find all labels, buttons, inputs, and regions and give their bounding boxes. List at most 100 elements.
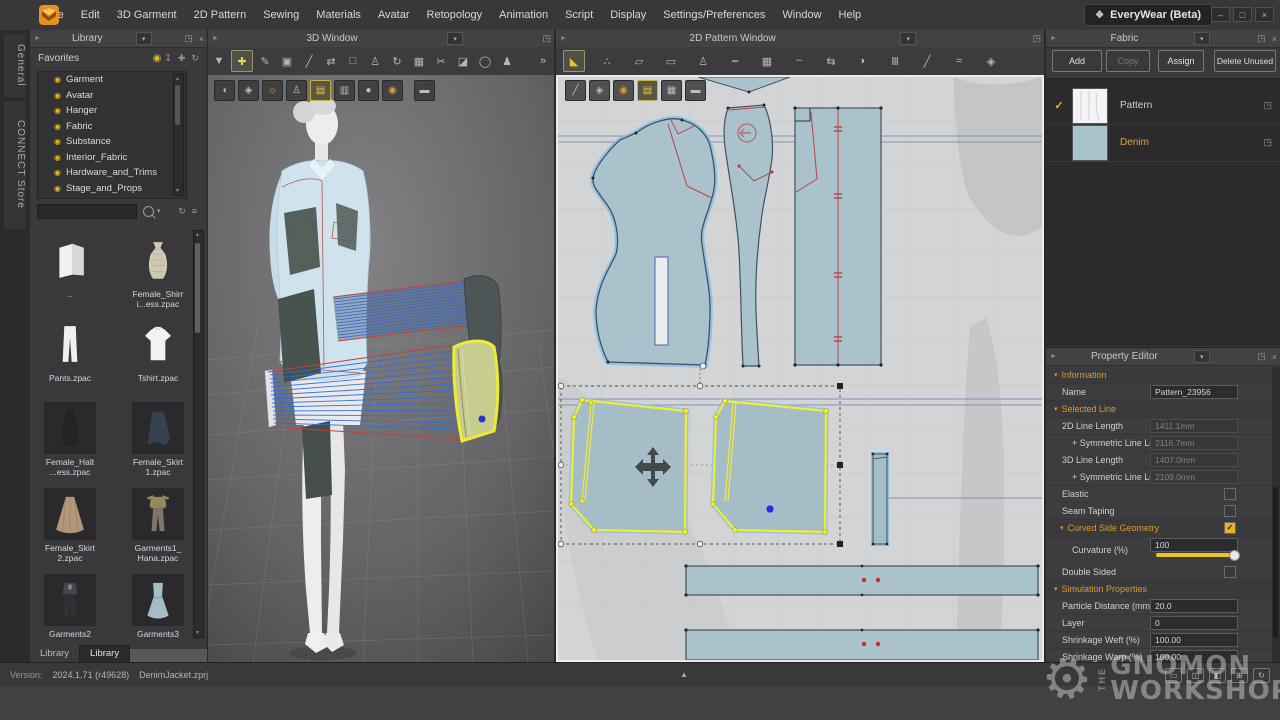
rotate-gizmo-icon[interactable]: ↻ [387, 51, 407, 71]
simulate-icon[interactable]: ▼ [209, 51, 229, 71]
timeline-expand-icon[interactable]: ▲ [680, 670, 688, 679]
edit-pattern-icon[interactable]: ∴ [597, 51, 617, 71]
menu-help[interactable]: Help [839, 9, 862, 21]
close-icon[interactable]: × [199, 34, 204, 44]
detach-icon[interactable]: ◳ [542, 33, 551, 44]
show-head-icon[interactable]: ● [358, 80, 379, 101]
layout-tri-icon[interactable]: ◧ [1209, 668, 1226, 683]
copy-fabric-button[interactable]: Copy [1106, 50, 1150, 72]
elastic-checkbox[interactable] [1224, 488, 1236, 500]
mannequin-icon[interactable]: ♟ [497, 51, 517, 71]
favorite-item-garment[interactable]: ◉Garment [38, 72, 186, 88]
garment-overlay-icon[interactable]: ◈ [589, 80, 610, 101]
section-simulation-properties[interactable]: ▾Simulation Properties [1046, 581, 1272, 598]
select-move-icon[interactable]: ✚ [231, 50, 253, 72]
list-view-icon[interactable]: ≡ [192, 206, 197, 216]
shrinkage-warp-input[interactable]: 100.00 [1150, 650, 1238, 662]
3d-viewport[interactable] [208, 75, 554, 662]
refresh-icon[interactable]: ↻ [191, 53, 199, 64]
avatar-pose-icon[interactable]: ♙ [365, 51, 385, 71]
section-information[interactable]: ▾Information [1046, 367, 1272, 384]
reload-icon[interactable]: ↻ [178, 206, 186, 217]
favorite-item-stage-props[interactable]: ◉Stage_and_Props [38, 181, 186, 197]
pattern-piece-waistband-1[interactable] [684, 564, 1039, 596]
curvature-input[interactable]: 100 [1150, 538, 1238, 552]
library-item-garments2[interactable]: Garments2 [38, 574, 102, 639]
pattern-piece-selected-3d[interactable] [454, 341, 498, 441]
maximize-button[interactable]: □ [1233, 7, 1252, 22]
notch-icon[interactable]: ~ [789, 51, 809, 71]
library-item-female-skirt2[interactable]: Female_Skirt 2.zpac [38, 488, 102, 563]
property-dropdown-icon[interactable]: ▾ [1194, 350, 1210, 363]
detach-icon[interactable]: ◳ [1257, 33, 1266, 44]
scissors-icon[interactable]: ✂ [431, 51, 451, 71]
measure-overlay-icon[interactable]: ▬ [685, 80, 706, 101]
seam-taping-checkbox[interactable] [1224, 505, 1236, 517]
search-dropdown-icon[interactable]: ▾ [157, 207, 161, 215]
favorite-toggle-icon[interactable]: ◉ [153, 53, 162, 64]
fabric-detail-icon[interactable]: ◳ [1263, 137, 1272, 148]
tab-library-2[interactable]: Library [79, 645, 130, 662]
search-icon[interactable] [143, 206, 154, 217]
edit-curve-icon[interactable]: ▱ [629, 51, 649, 71]
scroll-up-icon[interactable]: ▲ [194, 232, 201, 238]
shrinkage-weft-input[interactable]: 100.00 [1150, 633, 1238, 647]
detach-icon[interactable]: ◳ [1032, 33, 1041, 44]
menu-edit[interactable]: Edit [81, 9, 100, 21]
render-mode-icon[interactable]: ◉ [382, 80, 403, 101]
detach-icon[interactable]: ◳ [1257, 351, 1266, 362]
layout-reset-icon[interactable]: ↻ [1253, 668, 1270, 683]
pattern-piece-back-panel[interactable] [793, 106, 882, 366]
fabric-item-pattern[interactable]: ✓ Pattern ◳ [1046, 87, 1280, 125]
library-item-female-halt[interactable]: Female_Halt ...ess.zpac [38, 402, 102, 477]
sewing-edit-icon[interactable]: ╱ [299, 51, 319, 71]
menu-settings[interactable]: Settings/Preferences [663, 9, 765, 21]
layout-split-icon[interactable]: ◫ [1187, 668, 1204, 683]
library-item-garments1[interactable]: Garments1_ Hana.zpac [126, 488, 190, 563]
close-icon[interactable]: × [1272, 34, 1277, 44]
menu-2d-pattern[interactable]: 2D Pattern [194, 9, 247, 21]
3d-window-dropdown-icon[interactable]: ▾ [447, 32, 463, 45]
section-curved-side-geometry[interactable]: ▾Curved Side Geometry ✓ [1046, 520, 1272, 537]
menu-retopology[interactable]: Retopology [427, 9, 483, 21]
measure-3d-icon[interactable]: ▬ [414, 80, 435, 101]
library-item-parent[interactable]: .. [38, 234, 102, 299]
search-input[interactable] [37, 204, 137, 219]
menu-sewing[interactable]: Sewing [263, 9, 299, 21]
import-icon[interactable]: ↧ [164, 53, 172, 64]
favorite-item-substance[interactable]: ◉Substance [38, 134, 186, 150]
favorite-item-fabric[interactable]: ◉Fabric [38, 119, 186, 135]
select-sphere-icon[interactable]: ◯ [475, 51, 495, 71]
add-icon[interactable]: ✚ [178, 53, 186, 64]
property-scrollbar[interactable] [1272, 367, 1280, 662]
pattern-piece-waistband-2[interactable] [684, 628, 1039, 660]
flatten-icon[interactable]: ◗ [853, 51, 873, 71]
pattern-grid-icon[interactable]: ▦ [757, 51, 777, 71]
texture-overlay-icon[interactable]: ▤ [637, 80, 658, 101]
bodice-slit[interactable] [655, 257, 668, 345]
menu-3d-garment[interactable]: 3D Garment [117, 9, 177, 21]
library-item-tshirt[interactable]: Tshirt.zpac [126, 318, 190, 383]
pattern-piece-sleeve-right[interactable] [711, 399, 829, 535]
unfold-icon[interactable]: ⇆ [821, 51, 841, 71]
dock-pin-icon[interactable]: ► [560, 35, 567, 42]
tab-general[interactable]: General [4, 34, 26, 97]
grid-snap-icon[interactable]: ▦ [409, 51, 429, 71]
fabric-dropdown-icon[interactable]: ▾ [1194, 32, 1210, 45]
close-button[interactable]: × [1255, 7, 1274, 22]
zigzag-icon[interactable]: ≈ [949, 51, 969, 71]
dock-pin-icon[interactable]: ► [34, 35, 41, 42]
dock-pin-icon[interactable]: ► [212, 35, 219, 42]
curved-geometry-checkbox[interactable]: ✓ [1224, 522, 1236, 534]
transform-pattern-icon[interactable]: ◣ [563, 50, 585, 72]
info-overlay-icon[interactable]: ◉ [613, 80, 634, 101]
scroll-down-icon[interactable]: ▼ [174, 188, 181, 194]
jacket-panel-hip[interactable] [302, 421, 332, 499]
more-tools-icon[interactable]: » [533, 51, 553, 71]
fabric-item-denim[interactable]: Denim ◳ [1046, 124, 1280, 162]
show-garment-icon[interactable]: ◈ [238, 80, 259, 101]
tab-library-1[interactable]: Library [30, 646, 79, 662]
fabric-detail-icon[interactable]: ◳ [1263, 100, 1272, 111]
menu-script[interactable]: Script [565, 9, 593, 21]
section-selected-line[interactable]: ▾Selected Line [1046, 401, 1272, 418]
